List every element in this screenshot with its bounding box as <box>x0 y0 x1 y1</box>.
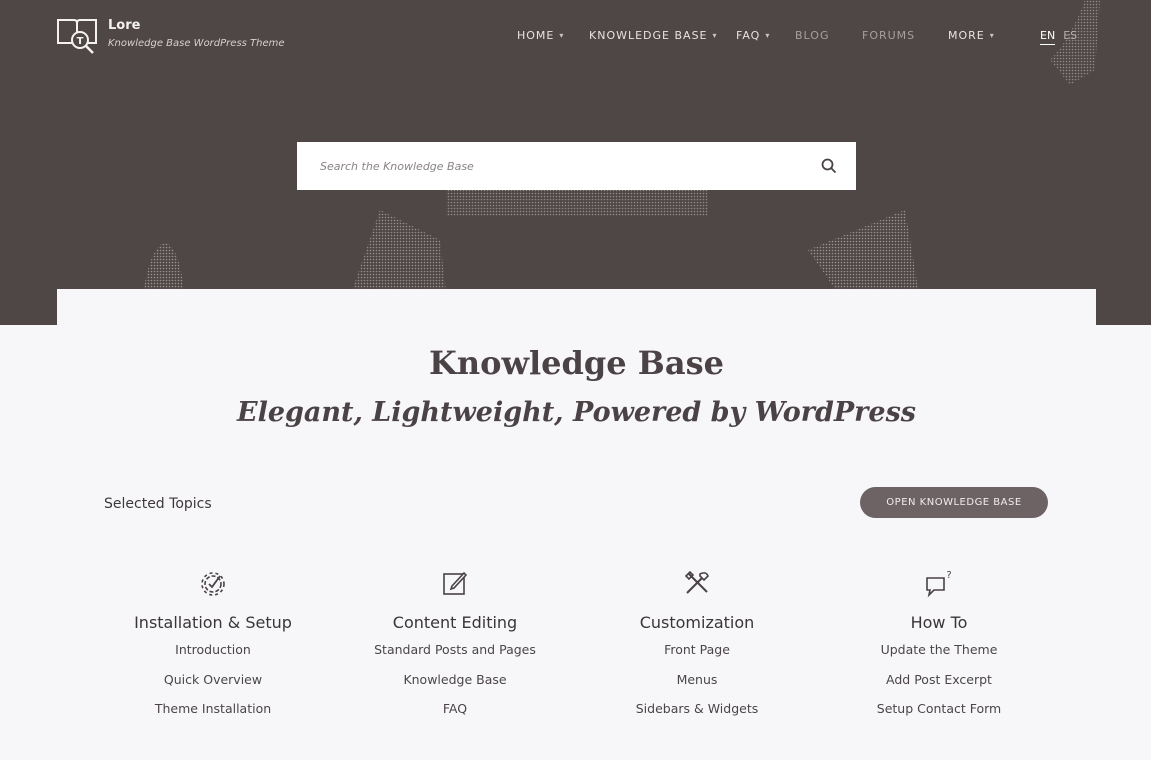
topic-column-installation: Installation & Setup Introduction Quick … <box>103 568 323 731</box>
search-input[interactable] <box>320 159 820 173</box>
topic-heading[interactable]: Customization <box>587 612 807 634</box>
edit-icon <box>443 571 468 595</box>
topic-link[interactable]: Update the Theme <box>829 642 1049 658</box>
topic-heading[interactable]: Content Editing <box>345 612 565 634</box>
topic-column-how-to: ? How To Update the Theme Add Post Excer… <box>829 568 1049 731</box>
gear-check-icon <box>201 572 225 596</box>
nav-item-label: FAQ <box>736 29 761 42</box>
topic-link[interactable]: Introduction <box>103 642 323 658</box>
chat-question-icon: ? <box>926 570 952 598</box>
nav-item-home[interactable]: HOME ▾ <box>517 28 564 44</box>
nav-item-faq[interactable]: FAQ ▾ <box>736 28 770 44</box>
nav-item-label: MORE <box>948 29 985 42</box>
topic-heading[interactable]: Installation & Setup <box>103 612 323 634</box>
topic-link[interactable]: Knowledge Base <box>345 672 565 688</box>
topic-column-customization: Customization Front Page Menus Sidebars … <box>587 568 807 731</box>
search-bar <box>297 142 856 190</box>
nav-item-knowledge-base[interactable]: KNOWLEDGE BASE ▾ <box>589 28 718 44</box>
topic-heading[interactable]: How To <box>829 612 1049 634</box>
page-subtitle: Elegant, Lightweight, Powered by WordPre… <box>237 397 916 428</box>
chevron-down-icon: ▾ <box>989 31 995 40</box>
topic-link[interactable]: Menus <box>587 672 807 688</box>
search-icon[interactable] <box>820 157 838 175</box>
nav-item-label: HOME <box>517 29 555 42</box>
nav-item-label: KNOWLEDGE BASE <box>589 29 708 42</box>
page-title: Knowledge Base <box>429 344 724 382</box>
topic-column-content-editing: Content Editing Standard Posts and Pages… <box>345 568 565 731</box>
topic-link[interactable]: Front Page <box>587 642 807 658</box>
chevron-down-icon: ▾ <box>765 31 771 40</box>
tools-icon <box>684 570 709 594</box>
language-switcher: EN ES <box>1040 28 1077 45</box>
topic-link[interactable]: FAQ <box>345 701 565 717</box>
main-content: Knowledge Base Elegant, Lightweight, Pow… <box>57 289 1096 760</box>
chevron-down-icon: ▾ <box>559 31 565 40</box>
nav-item-forums[interactable]: FORUMS <box>862 28 915 44</box>
nav-item-label: FORUMS <box>862 29 916 42</box>
topic-link[interactable]: Standard Posts and Pages <box>345 642 565 658</box>
language-en[interactable]: EN <box>1040 28 1056 45</box>
hero-banner: T Lore Knowledge Base WordPress Theme HO… <box>0 0 1151 325</box>
chevron-down-icon: ▾ <box>712 31 718 40</box>
open-knowledge-base-button[interactable]: OPEN KNOWLEDGE BASE <box>860 487 1048 518</box>
topic-link[interactable]: Sidebars & Widgets <box>587 701 807 717</box>
nav-item-label: BLOG <box>795 29 830 42</box>
nav-item-blog[interactable]: BLOG <box>795 28 829 44</box>
topic-link[interactable]: Quick Overview <box>103 672 323 688</box>
section-label: Selected Topics <box>104 496 212 512</box>
topic-link[interactable]: Theme Installation <box>103 701 323 717</box>
topic-link[interactable]: Add Post Excerpt <box>829 672 1049 688</box>
nav-item-more[interactable]: MORE ▾ <box>948 28 995 44</box>
language-es[interactable]: ES <box>1063 28 1077 45</box>
svg-text:?: ? <box>946 570 951 581</box>
main-nav: HOME ▾ KNOWLEDGE BASE ▾ FAQ ▾ BLOG FORUM… <box>0 28 1151 46</box>
topic-link[interactable]: Setup Contact Form <box>829 701 1049 717</box>
